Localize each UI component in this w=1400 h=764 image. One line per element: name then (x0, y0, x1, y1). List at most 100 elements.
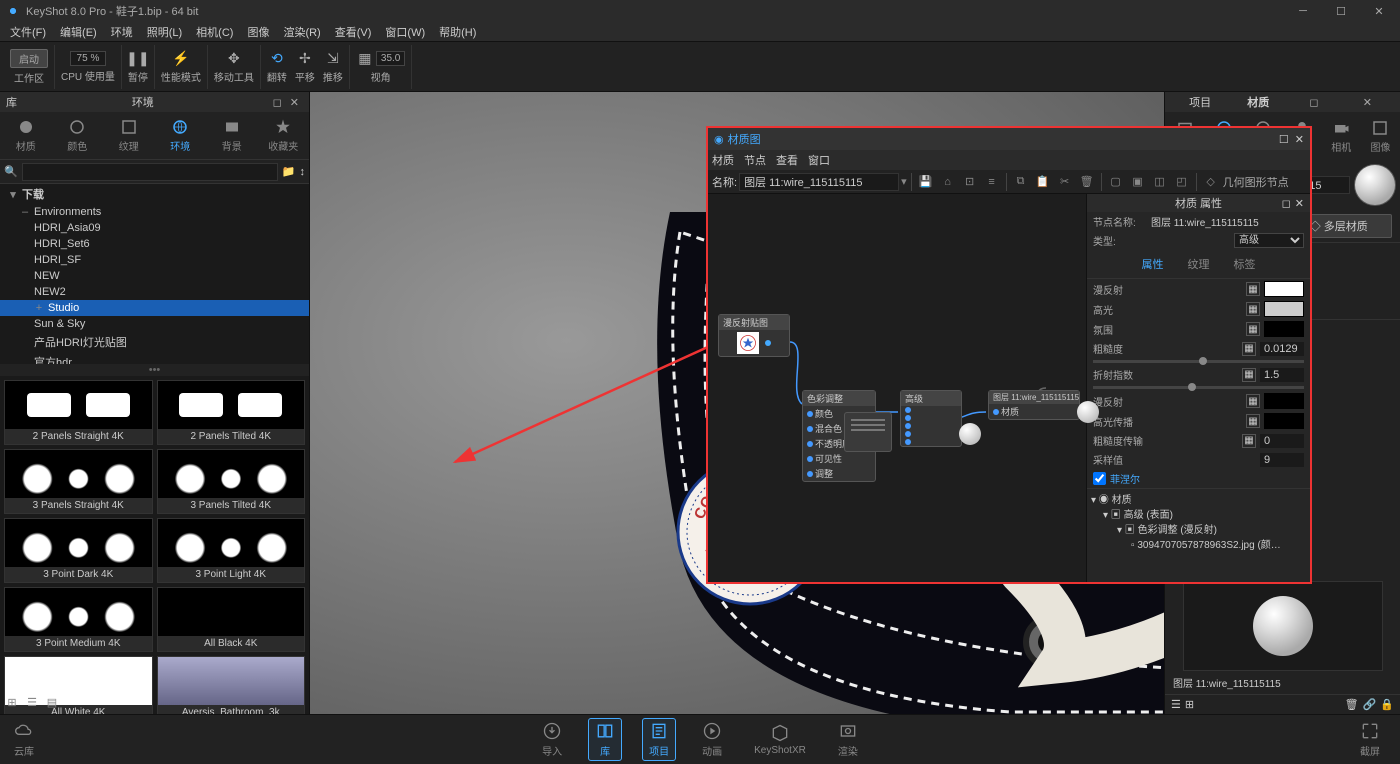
menu-edit[interactable]: 编辑(E) (54, 24, 103, 40)
menu-help[interactable]: 帮助(H) (433, 24, 482, 40)
search-input[interactable] (22, 163, 278, 181)
tree-item[interactable]: 产品HDRI灯光贴图 (0, 332, 309, 352)
material-tab-title[interactable]: 材质 (1247, 94, 1269, 110)
close-icon[interactable]: ✕ (1295, 197, 1304, 210)
pause-icon[interactable]: ❚❚ (129, 49, 147, 67)
move-icon[interactable]: ✥ (225, 49, 243, 67)
color-swatch[interactable] (1264, 301, 1304, 317)
close-panel-icon[interactable]: ✕ (1359, 96, 1376, 109)
tree-texture-row[interactable]: ▫ 3094707057878963S2.jpg (颜… (1091, 536, 1306, 551)
tab-material[interactable]: 材质 (0, 112, 52, 159)
render-button[interactable]: 渲染 (832, 719, 864, 760)
copy-icon[interactable]: ⧉ (1011, 172, 1031, 192)
nodeb-icon[interactable]: ▣ (1128, 172, 1148, 192)
node-material-output[interactable]: 图层 11:wire_115115115 材质 (988, 390, 1080, 420)
arrange-icon[interactable]: ≡ (982, 172, 1002, 192)
menu-file[interactable]: 文件(F) (4, 24, 52, 40)
rtab-camera[interactable]: 相机 (1322, 112, 1361, 160)
view-icon[interactable]: ▤ (44, 694, 60, 710)
undock-icon[interactable]: ◻ (269, 96, 286, 109)
project-tab-title[interactable]: 项目 (1189, 94, 1211, 110)
node-advanced[interactable]: 高级 (900, 390, 962, 447)
roughness-slider[interactable] (1093, 360, 1304, 363)
picker-icon[interactable]: ▦ (1246, 302, 1260, 316)
library-button[interactable]: 库 (588, 718, 622, 761)
minimize-button[interactable]: ─ (1288, 5, 1318, 18)
close-button[interactable]: ✕ (1364, 5, 1394, 18)
mgw-close-icon[interactable]: ✕ (1295, 133, 1304, 146)
menu-environment[interactable]: 环境 (105, 24, 139, 40)
tab-favorites[interactable]: 收藏夹 (258, 112, 310, 159)
undock-icon[interactable]: ◻ (1282, 197, 1291, 210)
env-thumb[interactable]: 2 Panels Tilted 4K (157, 380, 306, 445)
list-icon[interactable]: ☰ (24, 694, 40, 710)
lock-icon[interactable]: 🔒 (1380, 698, 1394, 711)
start-button[interactable]: 启动 (10, 49, 48, 68)
tree-coloradj-row[interactable]: ▾ ▣ 色彩调整 (漫反射) (1091, 521, 1306, 536)
close-panel-icon[interactable]: ✕ (286, 96, 303, 109)
grid-view-icon[interactable]: ⊞ (1185, 698, 1194, 711)
tree-material-row[interactable]: ▾ ◉ 材质 (1091, 491, 1306, 506)
roughness-input[interactable] (1260, 342, 1304, 356)
persp-num[interactable]: 35.0 (376, 51, 405, 66)
geom-node-icon[interactable]: ◇ (1201, 172, 1221, 192)
tree-item[interactable]: NEW (0, 268, 309, 284)
link-icon[interactable]: 🔗 (1363, 698, 1377, 711)
mgw-max-icon[interactable]: ☐ (1279, 133, 1289, 146)
color-swatch[interactable] (1264, 281, 1304, 297)
ior-slider[interactable] (1093, 386, 1304, 389)
tab-background[interactable]: 背景 (206, 112, 258, 159)
env-thumb[interactable]: All Black 4K (157, 587, 306, 652)
project-button[interactable]: 项目 (642, 718, 676, 761)
roughness-transfer-input[interactable] (1260, 434, 1304, 448)
import-button[interactable]: 导入 (536, 719, 568, 760)
samples-input[interactable] (1260, 453, 1304, 467)
sort-icon[interactable]: ↕ (300, 166, 306, 178)
picker-icon[interactable]: ▦ (1242, 434, 1256, 448)
mgw-menu-node[interactable]: 节点 (744, 152, 766, 168)
picker-icon[interactable]: ▦ (1242, 342, 1256, 356)
nodec-icon[interactable]: ◫ (1150, 172, 1170, 192)
paste-icon[interactable]: 📋 (1033, 172, 1053, 192)
tree-item-studio[interactable]: +Studio (0, 300, 309, 316)
color-swatch[interactable] (1264, 321, 1304, 337)
picker-icon[interactable]: ▦ (1242, 368, 1256, 382)
env-thumb[interactable]: 2 Panels Straight 4K (4, 380, 153, 445)
menu-lighting[interactable]: 照明(L) (141, 24, 188, 40)
mgw-menu-window[interactable]: 窗口 (808, 152, 830, 168)
cloud-library-button[interactable]: 云库 (8, 719, 40, 760)
tab-color[interactable]: 颜色 (52, 112, 104, 159)
menu-image[interactable]: 图像 (241, 24, 275, 40)
tree-item[interactable]: HDRI_SF (0, 252, 309, 268)
color-swatch[interactable] (1264, 393, 1304, 409)
type-select[interactable]: 高级 (1234, 233, 1304, 248)
env-thumb[interactable]: 3 Panels Straight 4K (4, 449, 153, 514)
picker-icon[interactable]: ▦ (1246, 282, 1260, 296)
picker-icon[interactable]: ▦ (1246, 414, 1260, 428)
tab-environment[interactable]: 环境 (155, 112, 207, 159)
push-icon[interactable]: ⇲ (324, 50, 342, 68)
nodea-icon[interactable]: ▢ (1106, 172, 1126, 192)
pan-icon[interactable]: ✢ (296, 50, 314, 68)
tree-advanced-row[interactable]: ▾ ▣ 高级 (表面) (1091, 506, 1306, 521)
screenshot-button[interactable]: 截屏 (1354, 719, 1386, 760)
perf-icon[interactable]: ⚡ (172, 49, 190, 67)
tree-item[interactable]: 官方hdr (0, 352, 309, 364)
tree-item[interactable]: Sun & Sky (0, 316, 309, 332)
cpu-pct[interactable]: 75 % (70, 51, 107, 66)
subtab-props[interactable]: 属性 (1138, 254, 1168, 274)
menu-camera[interactable]: 相机(C) (190, 24, 239, 40)
menu-render[interactable]: 渲染(R) (277, 24, 326, 40)
mgw-name-input[interactable] (739, 173, 899, 191)
mgw-menu-view[interactable]: 查看 (776, 152, 798, 168)
node-texture[interactable]: 漫反射贴图 (718, 314, 790, 357)
node-adjust-detail[interactable] (844, 412, 892, 452)
folder-icon[interactable]: 📁 (282, 165, 296, 178)
flip-icon[interactable]: ⟲ (268, 50, 286, 68)
mat-list-item[interactable]: 图层 11:wire_115115115 (1173, 675, 1392, 690)
cut-icon[interactable]: ✂ (1055, 172, 1075, 192)
env-thumb[interactable]: 3 Point Medium 4K (4, 587, 153, 652)
trash-icon[interactable]: 🗑 (1345, 698, 1359, 711)
rtab-image[interactable]: 图像 (1361, 112, 1400, 160)
maximize-button[interactable]: ☐ (1326, 5, 1356, 18)
